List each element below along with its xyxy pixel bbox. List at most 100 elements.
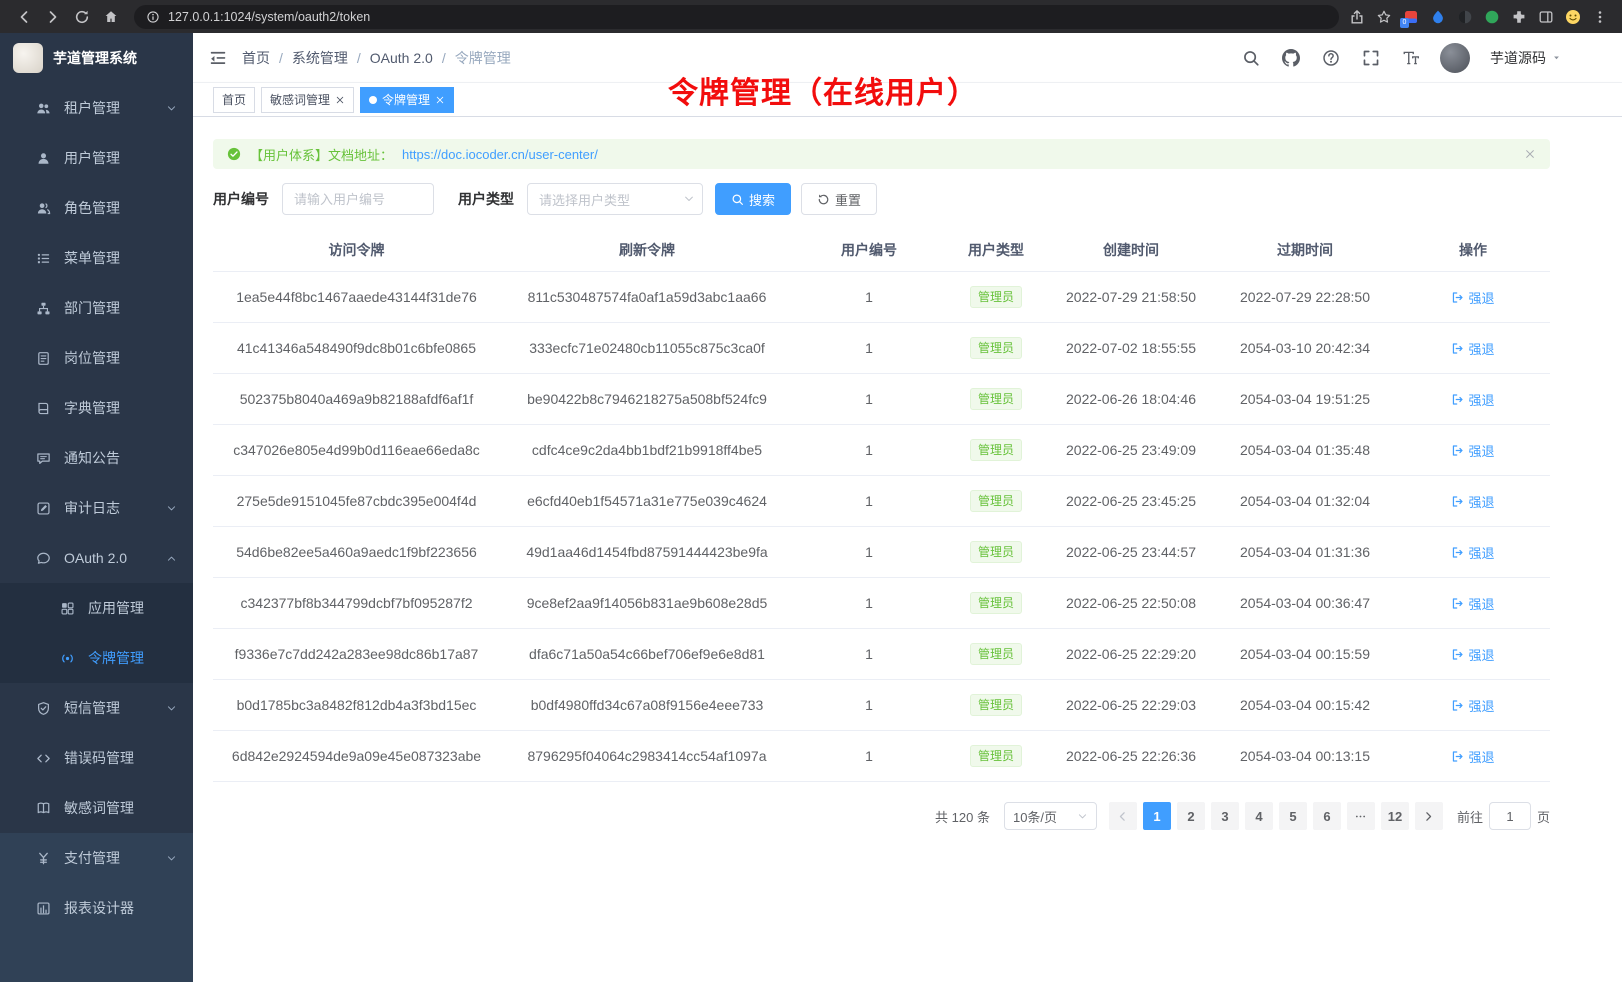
user-avatar[interactable] (1440, 43, 1470, 73)
browser-profile-icon[interactable] (1565, 9, 1581, 25)
side-panel-icon[interactable] (1538, 9, 1554, 25)
breadcrumb-item[interactable]: OAuth 2.0 (370, 50, 433, 66)
sidebar-item-oauth2[interactable]: OAuth 2.0 (0, 533, 193, 583)
sidebar-item-user[interactable]: 用户管理 (0, 133, 193, 183)
share-icon[interactable] (1349, 9, 1365, 25)
page-button-6[interactable]: 6 (1313, 802, 1341, 830)
alert-close-icon[interactable] (1524, 148, 1536, 160)
page-button-12[interactable]: 12 (1381, 802, 1409, 830)
forward-icon[interactable] (39, 3, 66, 30)
sidebar-item-oauth2-token[interactable]: 令牌管理 (0, 633, 193, 683)
extension-red-icon[interactable]: 0 (1403, 9, 1419, 25)
sidebar-item-error-code[interactable]: 错误码管理 (0, 733, 193, 783)
user-id-input[interactable] (282, 183, 434, 215)
sidebar-item-sensitive-word[interactable]: 敏感词管理 (0, 783, 193, 833)
force-logout-button[interactable]: 强退 (1451, 594, 1494, 613)
token-icon (60, 651, 75, 666)
tab-sensitive-word[interactable]: 敏感词管理 (261, 87, 354, 113)
sidebar-item-dict[interactable]: 字典管理 (0, 383, 193, 433)
site-info-icon[interactable] (146, 10, 160, 24)
tab-token[interactable]: 令牌管理 (360, 87, 454, 113)
force-logout-button[interactable]: 强退 (1451, 543, 1494, 562)
created-time-cell: 2022-06-25 22:50:08 (1048, 578, 1214, 629)
sidebar-item-menu[interactable]: 菜单管理 (0, 233, 193, 283)
sidebar-item-sms[interactable]: 短信管理 (0, 683, 193, 733)
sidebar-item-notice[interactable]: 通知公告 (0, 433, 193, 483)
page-content: 【用户体系】文档地址： https://doc.iocoder.cn/user-… (193, 117, 1622, 982)
extensions-puzzle-icon[interactable] (1511, 9, 1527, 25)
force-logout-button[interactable]: 强退 (1451, 390, 1494, 409)
menu-list-icon (36, 251, 51, 266)
sidebar: 芋道管理系统 租户管理用户管理角色管理菜单管理部门管理岗位管理字典管理通知公告审… (0, 33, 193, 982)
page-button-4[interactable]: 4 (1245, 802, 1273, 830)
app-icon (60, 601, 75, 616)
sidebar-item-tenant[interactable]: 租户管理 (0, 83, 193, 133)
force-logout-icon (1451, 393, 1464, 406)
tab-home[interactable]: 首页 (213, 87, 255, 113)
sidebar-item-role[interactable]: 角色管理 (0, 183, 193, 233)
sidebar-item-report-designer[interactable]: 报表设计器 (0, 883, 193, 933)
fullscreen-icon[interactable] (1362, 49, 1380, 67)
page-size-select[interactable]: 10条/页 (1004, 802, 1097, 830)
more-pages-button[interactable] (1347, 802, 1375, 830)
refresh-icon[interactable] (68, 3, 95, 30)
force-logout-button[interactable]: 强退 (1451, 645, 1494, 664)
page-button-3[interactable]: 3 (1211, 802, 1239, 830)
refresh-token-cell: 811c530487574fa0af1a59d3abc1aa66 (500, 272, 794, 323)
browser-menu-icon[interactable] (1592, 9, 1608, 25)
force-logout-button[interactable]: 强退 (1451, 441, 1494, 460)
sidebar-item-pay[interactable]: 支付管理 (0, 833, 193, 883)
sidebar-item-label: 部门管理 (64, 298, 177, 318)
sidebar-item-oauth2-app[interactable]: 应用管理 (0, 583, 193, 633)
prev-page-button[interactable] (1109, 802, 1137, 830)
extension-dark-icon[interactable] (1457, 9, 1473, 25)
refresh-token-cell: be90422b8c7946218275a508bf524fc9 (500, 374, 794, 425)
breadcrumb-item[interactable]: 首页 (242, 48, 270, 68)
breadcrumb-item[interactable]: 系统管理 (292, 48, 348, 68)
sidebar-fold-icon[interactable] (209, 49, 227, 67)
force-logout-button[interactable]: 强退 (1451, 696, 1494, 715)
goto-page-input[interactable] (1489, 802, 1531, 830)
expire-time-cell: 2054-03-04 00:15:59 (1214, 629, 1396, 680)
sidebar-item-dept[interactable]: 部门管理 (0, 283, 193, 333)
expire-time-cell: 2054-03-04 01:31:36 (1214, 527, 1396, 578)
user-type-label: 用户类型 (458, 189, 514, 209)
sidebar-item-post[interactable]: 岗位管理 (0, 333, 193, 383)
user-menu[interactable]: 芋道源码 (1490, 48, 1562, 68)
search-icon[interactable] (1242, 49, 1260, 67)
doc-link[interactable]: https://doc.iocoder.cn/user-center/ (402, 147, 598, 162)
alert-text: 【用户体系】文档地址： (250, 145, 393, 164)
font-size-icon[interactable] (1402, 49, 1420, 67)
force-logout-button[interactable]: 强退 (1451, 339, 1494, 358)
address-bar[interactable]: 127.0.0.1:1024/system/oauth2/token (134, 5, 1339, 29)
back-icon[interactable] (10, 3, 37, 30)
force-logout-icon (1451, 342, 1464, 355)
home-icon[interactable] (97, 3, 124, 30)
force-logout-button[interactable]: 强退 (1451, 288, 1494, 307)
sidebar-item-label: 短信管理 (64, 698, 166, 718)
created-time-cell: 2022-06-25 23:44:57 (1048, 527, 1214, 578)
search-button[interactable]: 搜索 (715, 183, 791, 215)
expire-time-cell: 2054-03-04 00:13:15 (1214, 731, 1396, 782)
bookmark-star-icon[interactable] (1376, 9, 1392, 25)
refresh-token-cell: 9ce8ef2aa9f14056b831ae9b608e28d5 (500, 578, 794, 629)
user-type-select[interactable]: 请选择用户类型 (527, 183, 703, 215)
page-button-1[interactable]: 1 (1143, 802, 1171, 830)
reset-button[interactable]: 重置 (801, 183, 877, 215)
force-logout-button[interactable]: 强退 (1451, 492, 1494, 511)
extension-green-icon[interactable] (1484, 9, 1500, 25)
next-page-button[interactable] (1415, 802, 1443, 830)
extension-raindrop-icon[interactable] (1430, 9, 1446, 25)
close-tab-icon[interactable] (435, 95, 445, 105)
help-icon[interactable] (1322, 49, 1340, 67)
close-tab-icon[interactable] (335, 95, 345, 105)
force-logout-button[interactable]: 强退 (1451, 747, 1494, 766)
page-button-5[interactable]: 5 (1279, 802, 1307, 830)
app-logo[interactable]: 芋道管理系统 (0, 33, 193, 83)
page-button-2[interactable]: 2 (1177, 802, 1205, 830)
github-icon[interactable] (1282, 49, 1300, 67)
url-text: 127.0.0.1:1024/system/oauth2/token (168, 10, 370, 24)
sidebar-item-audit-log[interactable]: 审计日志 (0, 483, 193, 533)
created-time-cell: 2022-06-25 23:49:09 (1048, 425, 1214, 476)
goto-label: 前往 (1457, 807, 1483, 826)
